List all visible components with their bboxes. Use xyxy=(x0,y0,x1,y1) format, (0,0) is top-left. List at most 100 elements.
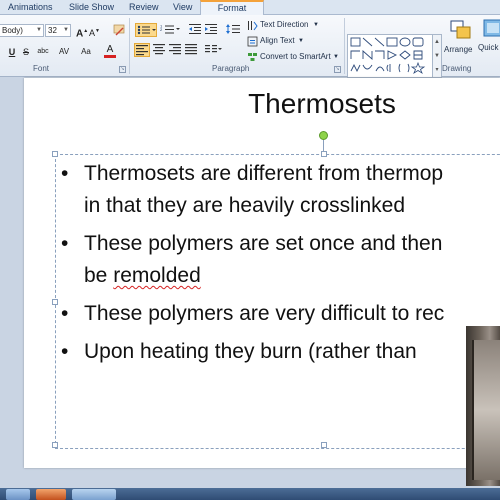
resize-handle[interactable] xyxy=(321,442,327,448)
bullet-dot: • xyxy=(61,232,69,255)
bullet-line: These polymers are very difficult to rec xyxy=(84,302,445,325)
paragraph-group-label: Paragraph xyxy=(212,64,250,73)
resize-handle[interactable] xyxy=(321,151,327,157)
resize-handle[interactable] xyxy=(52,151,58,157)
scroll-down-icon[interactable]: ▼ xyxy=(433,49,441,63)
quick-styles-icon xyxy=(483,19,500,37)
slide-title[interactable]: Thermosets xyxy=(24,88,500,120)
ribbon: Body) ▼ 32 ▼ A▲ A▼ U S abc AV Aa A Font ↘ … xyxy=(0,15,500,78)
shapes-gallery-icon xyxy=(350,37,426,75)
chevron-down-icon: ▼ xyxy=(333,54,339,60)
svg-text:2: 2 xyxy=(160,27,163,32)
webcam-overlay xyxy=(466,326,500,486)
convert-smartart-label: Convert to SmartArt xyxy=(260,52,331,61)
bullet-text: be xyxy=(84,264,114,287)
tab-review[interactable]: Review xyxy=(129,2,159,12)
tab-format-label: Format xyxy=(217,3,247,13)
drawing-group-label: Drawing xyxy=(442,64,472,73)
line-spacing-icon xyxy=(226,24,240,34)
increase-indent-icon xyxy=(205,24,217,34)
arrange-label: Arrange xyxy=(444,45,473,54)
smartart-icon xyxy=(248,53,257,61)
bullet-dot: • xyxy=(61,162,69,185)
webcam-frame xyxy=(472,340,500,480)
bullets-icon xyxy=(137,25,156,35)
slide-canvas[interactable]: Thermosets • Thermosets are different fr… xyxy=(24,78,500,468)
chevron-down-icon: ▼ xyxy=(36,27,42,33)
tab-format[interactable]: Format xyxy=(200,0,264,15)
text-direction-label: Text Direction xyxy=(260,20,309,29)
numbering-icon: 12 xyxy=(160,24,180,34)
taskbar-item[interactable] xyxy=(72,489,116,500)
font-size-combo[interactable]: 32 ▼ xyxy=(45,24,71,37)
align-left-button[interactable] xyxy=(134,43,150,57)
bullet-line: Upon heating they burn (rather than xyxy=(84,340,417,363)
align-text-icon xyxy=(247,36,258,47)
line-spacing-button[interactable] xyxy=(225,23,241,37)
shapes-gallery-scroll[interactable]: ▲ ▼ ▾ xyxy=(433,34,442,78)
clear-formatting-button[interactable] xyxy=(112,23,126,37)
align-center-icon xyxy=(153,44,165,55)
font-group-label: Font xyxy=(33,64,50,73)
justify-button[interactable] xyxy=(184,43,198,57)
chevron-down-icon: ▼ xyxy=(63,27,69,33)
grow-font-icon[interactable]: A▲ xyxy=(76,24,88,39)
arrange-button[interactable]: Arrange xyxy=(444,18,476,58)
taskbar-item[interactable] xyxy=(6,489,30,500)
dialog-launcher-icon[interactable]: ↘ xyxy=(334,66,341,73)
dialog-launcher-icon[interactable]: ↘ xyxy=(119,66,126,73)
slide-workspace: Thermosets • Thermosets are different fr… xyxy=(0,78,500,488)
align-text-label: Align Text xyxy=(260,36,295,45)
list-item: • These polymers are very difficult to r… xyxy=(57,298,500,330)
text-direction-icon xyxy=(248,21,258,31)
clear-formatting-icon xyxy=(113,24,125,36)
list-item: • These polymers are set once and then b… xyxy=(57,228,500,292)
align-left-icon xyxy=(136,45,148,56)
more-icon[interactable]: ▾ xyxy=(433,63,441,77)
taskbar xyxy=(0,488,500,500)
shadow-button[interactable]: abc xyxy=(35,45,51,59)
scroll-up-icon[interactable]: ▲ xyxy=(433,35,441,49)
tab-animations[interactable]: Animations xyxy=(8,2,53,12)
shapes-gallery[interactable] xyxy=(347,34,433,78)
align-center-button[interactable] xyxy=(152,43,166,57)
bullet-line: These polymers are set once and then xyxy=(84,232,443,255)
change-case-button[interactable]: Aa xyxy=(77,45,95,59)
font-name-combo[interactable]: Body) ▼ xyxy=(0,24,44,37)
bullet-list: • Thermosets are different from thermop … xyxy=(57,158,500,374)
quick-styles-label: Quick Styles xyxy=(478,43,500,52)
chevron-down-icon: ▼ xyxy=(313,22,319,28)
decrease-indent-button[interactable] xyxy=(188,23,202,37)
group-divider xyxy=(344,18,345,74)
quick-styles-button[interactable]: Quick Styles xyxy=(478,18,500,62)
justify-icon xyxy=(185,44,197,55)
font-color-button[interactable]: A xyxy=(104,44,116,58)
rotate-handle[interactable] xyxy=(319,131,328,140)
columns-button[interactable] xyxy=(204,43,222,57)
strike-button[interactable]: S xyxy=(21,45,31,59)
resize-handle[interactable] xyxy=(52,442,58,448)
tab-slide-show[interactable]: Slide Show xyxy=(69,2,114,12)
bullet-dot: • xyxy=(61,340,69,363)
bullet-dot: • xyxy=(61,302,69,325)
tab-view[interactable]: View xyxy=(173,2,192,12)
chevron-down-icon: ▼ xyxy=(298,38,304,44)
numbering-button[interactable]: 12 xyxy=(160,23,182,37)
list-item: • Upon heating they burn (rather than xyxy=(57,336,500,368)
ribbon-tab-bar: Animations Slide Show Review View Format xyxy=(0,0,500,15)
char-spacing-button[interactable]: AV xyxy=(56,45,72,59)
powerpoint-taskbar-icon[interactable] xyxy=(36,489,66,500)
align-right-icon xyxy=(169,44,181,55)
spelling-error-word[interactable]: remolded xyxy=(113,264,201,287)
bullets-button[interactable] xyxy=(135,23,157,37)
bullet-line: be remolded xyxy=(84,260,500,292)
shrink-font-icon[interactable]: A▼ xyxy=(89,24,100,38)
bullet-line: in that they are heavily crosslinked xyxy=(84,194,405,217)
increase-indent-button[interactable] xyxy=(204,23,218,37)
decrease-indent-icon xyxy=(189,24,201,34)
columns-icon xyxy=(205,45,222,53)
font-size-value: 32 xyxy=(48,26,57,35)
underline-button[interactable]: U xyxy=(7,45,17,59)
align-right-button[interactable] xyxy=(168,43,182,57)
group-divider xyxy=(129,18,130,74)
